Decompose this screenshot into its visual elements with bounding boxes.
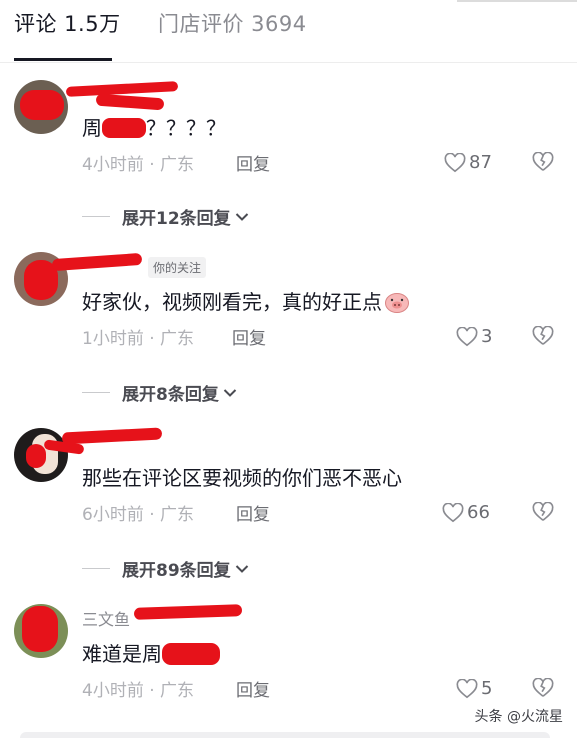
like-count: 66 [467, 502, 490, 523]
watermark: 头条 @火流星 [474, 709, 563, 725]
redaction-mark [51, 252, 143, 272]
comment-time: 4小时前 · 广东 [82, 681, 195, 701]
comment-item: 你的关注 好家伙，视频刚看完，真的好正点 1小时前 · 广东 回复 3 展开8条… [0, 246, 577, 416]
reply-button[interactable]: 回复 [236, 676, 270, 701]
redaction-mark [102, 118, 146, 138]
like-button[interactable]: 66 [442, 502, 490, 523]
expand-replies-button[interactable]: 展开89条回复 [82, 556, 249, 581]
like-button[interactable]: 87 [444, 152, 492, 173]
avatar[interactable] [14, 80, 68, 134]
comment-item: 三文鱼 难道是周 4小时前 · 广东 回复 5 [0, 598, 577, 718]
divider [82, 216, 110, 217]
comment-tabs: 评论 1.5万 门店评价 3694 [0, 0, 577, 63]
like-count: 5 [481, 678, 493, 699]
comment-time: 6小时前 · 广东 [82, 505, 195, 525]
comment-item: 那些在评论区要视频的你们恶不恶心 6小时前 · 广东 回复 66 展开89条回复 [0, 422, 577, 592]
pig-emoji-icon [385, 293, 409, 313]
redaction-mark [20, 90, 64, 120]
expand-replies-label: 展开89条回复 [122, 561, 231, 581]
broken-heart-icon [532, 677, 554, 697]
expand-replies-label: 展开12条回复 [122, 209, 231, 229]
expand-replies-button[interactable]: 展开12条回复 [82, 204, 249, 229]
comment-text: 那些在评论区要视频的你们恶不恶心 [82, 466, 402, 490]
dislike-button[interactable] [532, 325, 554, 350]
chevron-down-icon [235, 564, 248, 573]
redaction-mark [95, 93, 165, 111]
avatar[interactable] [14, 604, 68, 658]
comment-input-bar[interactable] [20, 732, 550, 738]
heart-icon [456, 678, 478, 698]
comment-text: 难道是周 [82, 638, 220, 667]
heart-icon [442, 502, 464, 522]
dislike-button[interactable] [532, 151, 554, 176]
tab-store-reviews[interactable]: 门店评价 3694 [158, 8, 307, 38]
dislike-button[interactable] [532, 677, 554, 702]
divider [457, 0, 577, 2]
broken-heart-icon [532, 151, 554, 171]
reply-button[interactable]: 回复 [236, 500, 270, 525]
tab-comments[interactable]: 评论 1.5万 [14, 8, 121, 38]
username[interactable]: 三文鱼 [82, 606, 130, 630]
following-badge: 你的关注 [148, 257, 207, 278]
comment-item: 周？？？？ 4小时前 · 广东 回复 87 展开12条回复 [0, 72, 577, 242]
like-count: 87 [469, 152, 492, 173]
reply-button[interactable]: 回复 [232, 324, 266, 349]
like-button[interactable]: 3 [456, 326, 492, 347]
avatar[interactable] [14, 428, 68, 482]
divider [82, 568, 110, 569]
heart-icon [456, 326, 478, 346]
broken-heart-icon [532, 501, 554, 521]
like-button[interactable]: 5 [456, 678, 492, 699]
comment-time: 4小时前 · 广东 [82, 155, 195, 175]
redaction-mark [22, 606, 58, 652]
expand-replies-label: 展开8条回复 [122, 385, 219, 405]
comment-text: 周？？？？ [82, 116, 226, 140]
divider [82, 392, 110, 393]
chevron-down-icon [223, 388, 237, 397]
dislike-button[interactable] [532, 501, 554, 526]
redaction-mark [26, 444, 46, 468]
redaction-mark [162, 643, 220, 665]
expand-replies-button[interactable]: 展开8条回复 [82, 380, 237, 405]
reply-button[interactable]: 回复 [236, 150, 270, 175]
broken-heart-icon [532, 325, 554, 345]
active-tab-indicator [14, 58, 112, 61]
heart-icon [444, 152, 466, 172]
comment-text: 好家伙，视频刚看完，真的好正点 [82, 286, 410, 315]
like-count: 3 [481, 326, 493, 347]
comment-time: 1小时前 · 广东 [82, 329, 195, 349]
redaction-mark [133, 604, 243, 620]
chevron-down-icon [235, 212, 248, 221]
redaction-mark [61, 427, 163, 445]
